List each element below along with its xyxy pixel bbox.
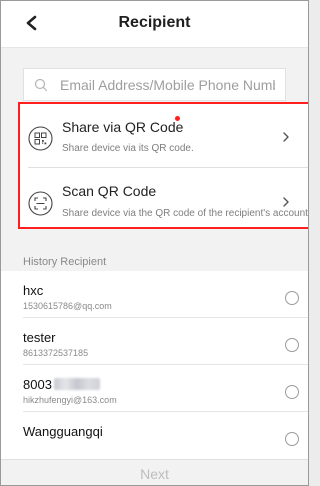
history-item[interactable]: Wangguangqi [1,412,308,459]
page-title: Recipient [118,14,191,31]
notification-badge [175,116,180,121]
history-item[interactable]: hxc 1530615786@qq.com [1,271,308,318]
recipient-detail: hikzhufengyi@163.com [23,395,117,405]
recipient-name: Wangguangqi [23,424,103,439]
next-button[interactable]: Next [134,465,175,483]
recipient-screen: Recipient Email Address/Mobile Phone Num… [0,0,309,486]
select-radio[interactable] [285,291,299,305]
search-box[interactable] [23,68,286,101]
recipient-name: 8003 [23,377,100,392]
scan-qr-label: Scan QR Code [62,183,157,199]
scan-qr-subtitle: Share device via the QR code of the reci… [62,208,309,219]
recipient-name: hxc [23,283,44,298]
history-section-title: History Recipient [23,256,107,268]
recipient-detail: 1530615786@qq.com [23,301,112,311]
search-input[interactable] [60,76,275,93]
history-item[interactable]: tester 8613372537185 [1,318,308,365]
recipient-detail: 8613372537185 [23,348,89,358]
history-item[interactable]: 8003 hikzhufengyi@163.com [1,365,308,412]
share-via-qr-subtitle: Share device via its QR code. [62,143,194,154]
search-icon [34,78,60,92]
history-list: hxc 1530615786@qq.com tester 86133725371… [1,271,308,459]
select-radio[interactable] [285,385,299,399]
qr-code-icon [28,126,53,151]
share-options-panel: Share via QR Code Share device via its Q… [18,102,309,229]
chevron-right-icon [282,195,290,213]
chevron-right-icon [282,130,290,148]
select-radio[interactable] [285,338,299,352]
recipient-name-visible: 8003 [23,377,52,392]
select-radio[interactable] [285,432,299,446]
scan-qr-option[interactable]: Scan QR Code Share device via the QR cod… [20,168,309,228]
recipient-name: tester [23,330,56,345]
share-via-qr-label: Share via QR Code [62,119,184,135]
scan-icon [28,191,53,216]
footer-bar: Next [1,459,308,485]
search-section [1,48,308,101]
share-via-qr-option[interactable]: Share via QR Code Share device via its Q… [20,104,308,164]
obscured-text [53,378,100,390]
header-bar: Recipient [1,1,308,48]
